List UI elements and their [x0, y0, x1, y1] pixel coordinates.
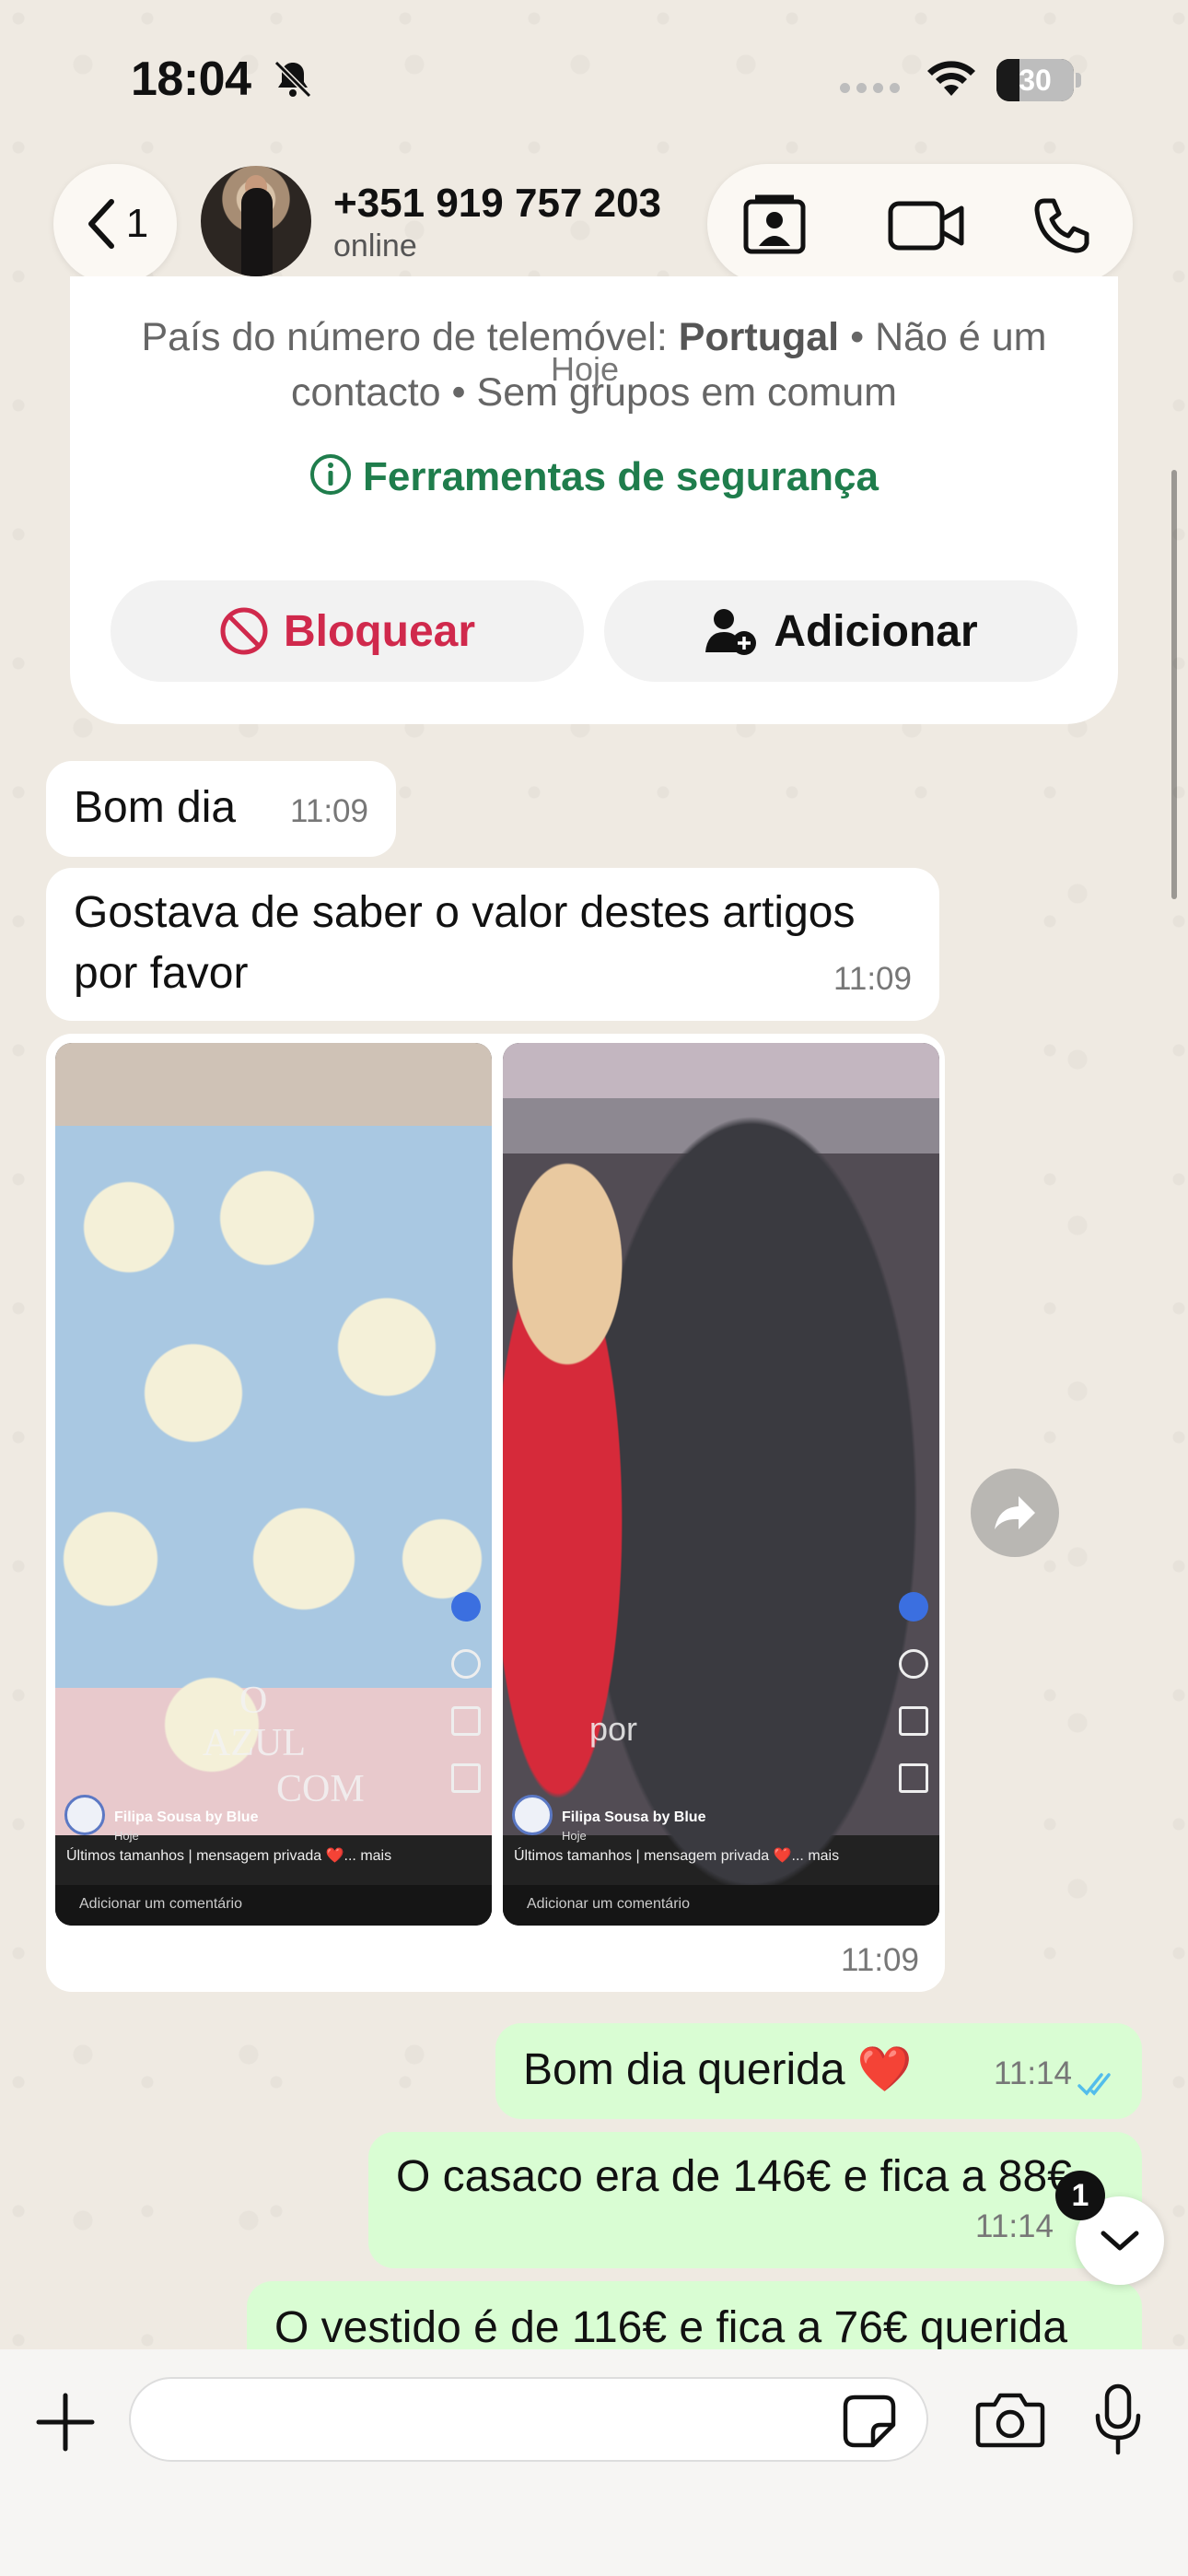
status-bar: 18:04 30 — [0, 0, 1188, 157]
plus-icon[interactable] — [33, 2390, 98, 2454]
message-input[interactable] — [129, 2377, 928, 2462]
chevron-down-icon — [1101, 2231, 1139, 2251]
message-time: 11:09 — [833, 961, 912, 997]
battery-percent: 30 — [1019, 64, 1052, 97]
message-time: 11:09 — [841, 1942, 919, 1978]
reel-side-icons — [899, 1592, 930, 1821]
forward-icon — [995, 1496, 1035, 1529]
status-time: 18:04 — [131, 53, 251, 106]
overlay-word: O — [239, 1680, 268, 1722]
add-person-icon — [705, 609, 757, 655]
message-bubble-outgoing[interactable]: Bom dia querida ❤️ 11:14 — [495, 2023, 1142, 2119]
message-bubble-outgoing[interactable]: O casaco era de 146€ e fica a 88€ 11:14 — [368, 2132, 1142, 2268]
contact-card-icon[interactable] — [742, 194, 807, 255]
account-sub: Hoje — [562, 1829, 587, 1843]
video-call-icon[interactable] — [888, 201, 965, 251]
message-composer — [0, 2349, 1188, 2576]
account-name: Filipa Sousa by Blue — [114, 1809, 259, 1825]
account-avatar — [64, 1795, 105, 1835]
account-name: Filipa Sousa by Blue — [562, 1809, 706, 1825]
battery-icon: 30 — [996, 59, 1081, 101]
media-image-dress[interactable]: por Filipa Sousa by Blue Hoje Últimos ta… — [503, 1043, 939, 1926]
overlay-word: por — [589, 1710, 638, 1748]
comment-bar: Adicionar um comentário — [55, 1885, 492, 1926]
sticker-icon[interactable] — [842, 2394, 897, 2449]
media-image-jacket[interactable]: O AZUL COM Filipa Sousa by Blue Hoje Últ… — [55, 1043, 492, 1926]
account-avatar — [512, 1795, 553, 1835]
overlay-word: COM — [276, 1768, 365, 1810]
call-actions — [707, 164, 1133, 284]
contact-name[interactable]: +351 919 757 203 — [333, 181, 661, 227]
microphone-icon[interactable] — [1092, 2383, 1144, 2456]
jacket-photo — [55, 1043, 492, 1926]
contact-status: online — [333, 228, 417, 263]
scrollbar[interactable] — [1171, 470, 1177, 899]
date-separator: Hoje — [551, 350, 620, 388]
contact-info-card: País do número de telemóvel: Portugal • … — [70, 276, 1118, 724]
phone-call-icon[interactable] — [1031, 197, 1090, 254]
reel-caption: Últimos tamanhos | mensagem privada ❤️..… — [66, 1848, 392, 1864]
wifi-icon — [927, 61, 975, 96]
camera-icon[interactable] — [974, 2392, 1046, 2449]
message-text: O casaco era de 146€ e fica a 88€ — [396, 2152, 1072, 2201]
unread-badge: 1 — [1055, 2171, 1105, 2220]
reel-caption: Últimos tamanhos | mensagem privada ❤️..… — [514, 1848, 840, 1864]
reel-side-icons — [451, 1592, 483, 1821]
contact-avatar[interactable] — [201, 166, 311, 276]
dress-photo — [503, 1043, 939, 1926]
back-button[interactable]: 1 — [53, 164, 177, 284]
message-text: Gostava de saber o valor destes artigos … — [74, 888, 856, 998]
info-icon — [309, 454, 351, 495]
block-icon — [220, 607, 268, 655]
chevron-left-icon — [87, 199, 114, 249]
message-bubble-incoming[interactable]: Gostava de saber o valor destes artigos … — [46, 868, 939, 1021]
block-button[interactable]: Bloquear — [111, 580, 584, 682]
cellular-dots-icon — [840, 83, 900, 93]
comment-bar: Adicionar um comentário — [503, 1885, 939, 1926]
account-sub: Hoje — [114, 1829, 139, 1843]
message-time: 11:14 — [975, 2208, 1054, 2244]
safety-tools-link[interactable]: Ferramentas de segurança — [70, 453, 1118, 500]
bell-slash-icon — [274, 60, 312, 99]
message-time: 11:14 — [994, 2055, 1072, 2091]
message-time: 11:09 — [290, 793, 368, 829]
unread-chats-count: 1 — [125, 201, 149, 246]
message-text: Bom dia — [74, 783, 237, 832]
message-bubble-incoming[interactable]: Bom dia 11:09 — [46, 761, 396, 857]
overlay-word: AZUL — [203, 1722, 306, 1764]
read-ticks-icon — [1077, 2073, 1111, 2096]
add-contact-button[interactable]: Adicionar — [604, 580, 1077, 682]
forward-button[interactable] — [971, 1469, 1059, 1557]
media-message-bubble[interactable]: O AZUL COM Filipa Sousa by Blue Hoje Últ… — [46, 1034, 945, 1992]
message-text: Bom dia querida ❤️ — [523, 2045, 913, 2094]
